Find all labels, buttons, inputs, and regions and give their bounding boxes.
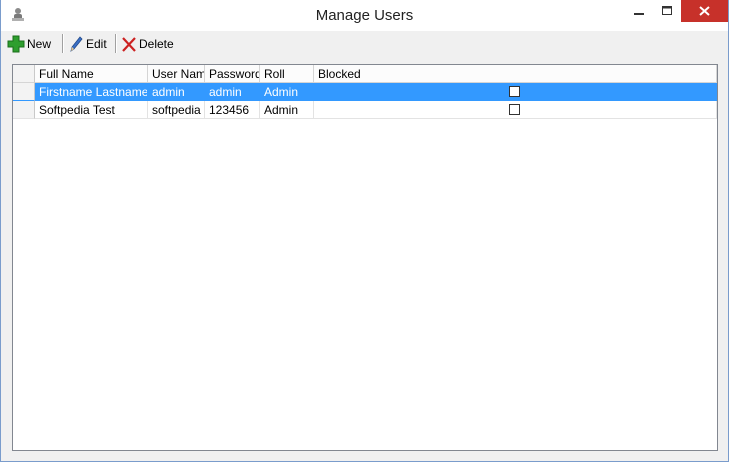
title-bar[interactable]: Manage Users xyxy=(1,0,728,31)
cell-password[interactable]: 123456 xyxy=(205,101,260,119)
table-row[interactable]: Softpedia Test softpedia 123456 Admin xyxy=(13,101,717,119)
cell-user-name[interactable]: admin xyxy=(148,83,205,101)
cell-roll[interactable]: Admin xyxy=(260,83,314,101)
new-button-label: New xyxy=(27,36,52,51)
row-header[interactable] xyxy=(13,101,35,119)
column-header-blocked[interactable]: Blocked xyxy=(314,65,717,83)
column-header-password[interactable]: Password xyxy=(205,65,260,83)
minimize-icon xyxy=(634,13,644,15)
delete-button[interactable]: Delete xyxy=(121,32,174,55)
column-header-roll[interactable]: Roll xyxy=(260,65,314,83)
cell-password[interactable]: admin xyxy=(205,83,260,101)
close-button[interactable] xyxy=(681,0,728,22)
header-corner xyxy=(13,65,35,83)
users-grid[interactable]: Full Name User Name Password Roll Blocke… xyxy=(12,64,718,451)
window-title: Manage Users xyxy=(315,7,414,24)
blocked-checkbox[interactable] xyxy=(509,104,520,115)
plus-icon xyxy=(7,35,25,52)
cell-full-name[interactable]: Softpedia Test xyxy=(35,101,148,119)
delete-button-label: Delete xyxy=(139,36,174,51)
minimize-button[interactable] xyxy=(625,0,653,22)
edit-button-label: Edit xyxy=(86,36,107,51)
maximize-icon xyxy=(662,6,672,15)
new-button[interactable]: New xyxy=(7,32,51,55)
table-row[interactable]: Firstname Lastname admin admin Admin xyxy=(13,83,717,101)
row-header[interactable] xyxy=(13,83,35,101)
close-icon xyxy=(699,6,710,16)
cell-user-name[interactable]: softpedia xyxy=(148,101,205,119)
toolbar-separator xyxy=(62,34,64,53)
delete-x-icon xyxy=(122,36,136,52)
cell-roll[interactable]: Admin xyxy=(260,101,314,119)
pencil-icon xyxy=(70,35,83,52)
edit-button[interactable]: Edit xyxy=(68,32,107,55)
column-header-full-name[interactable]: Full Name xyxy=(35,65,148,83)
cell-blocked[interactable] xyxy=(314,101,717,119)
cell-full-name[interactable]: Firstname Lastname xyxy=(35,83,148,101)
cell-blocked[interactable] xyxy=(314,83,717,101)
grid-header-row: Full Name User Name Password Roll Blocke… xyxy=(13,65,717,83)
manage-users-window: Manage Users New Edit Delete Full Name U… xyxy=(0,0,729,462)
blocked-checkbox[interactable] xyxy=(509,86,520,97)
maximize-button[interactable] xyxy=(653,0,681,22)
toolbar-separator xyxy=(115,34,117,53)
column-header-user-name[interactable]: User Name xyxy=(148,65,205,83)
toolbar: New Edit Delete xyxy=(5,32,725,55)
